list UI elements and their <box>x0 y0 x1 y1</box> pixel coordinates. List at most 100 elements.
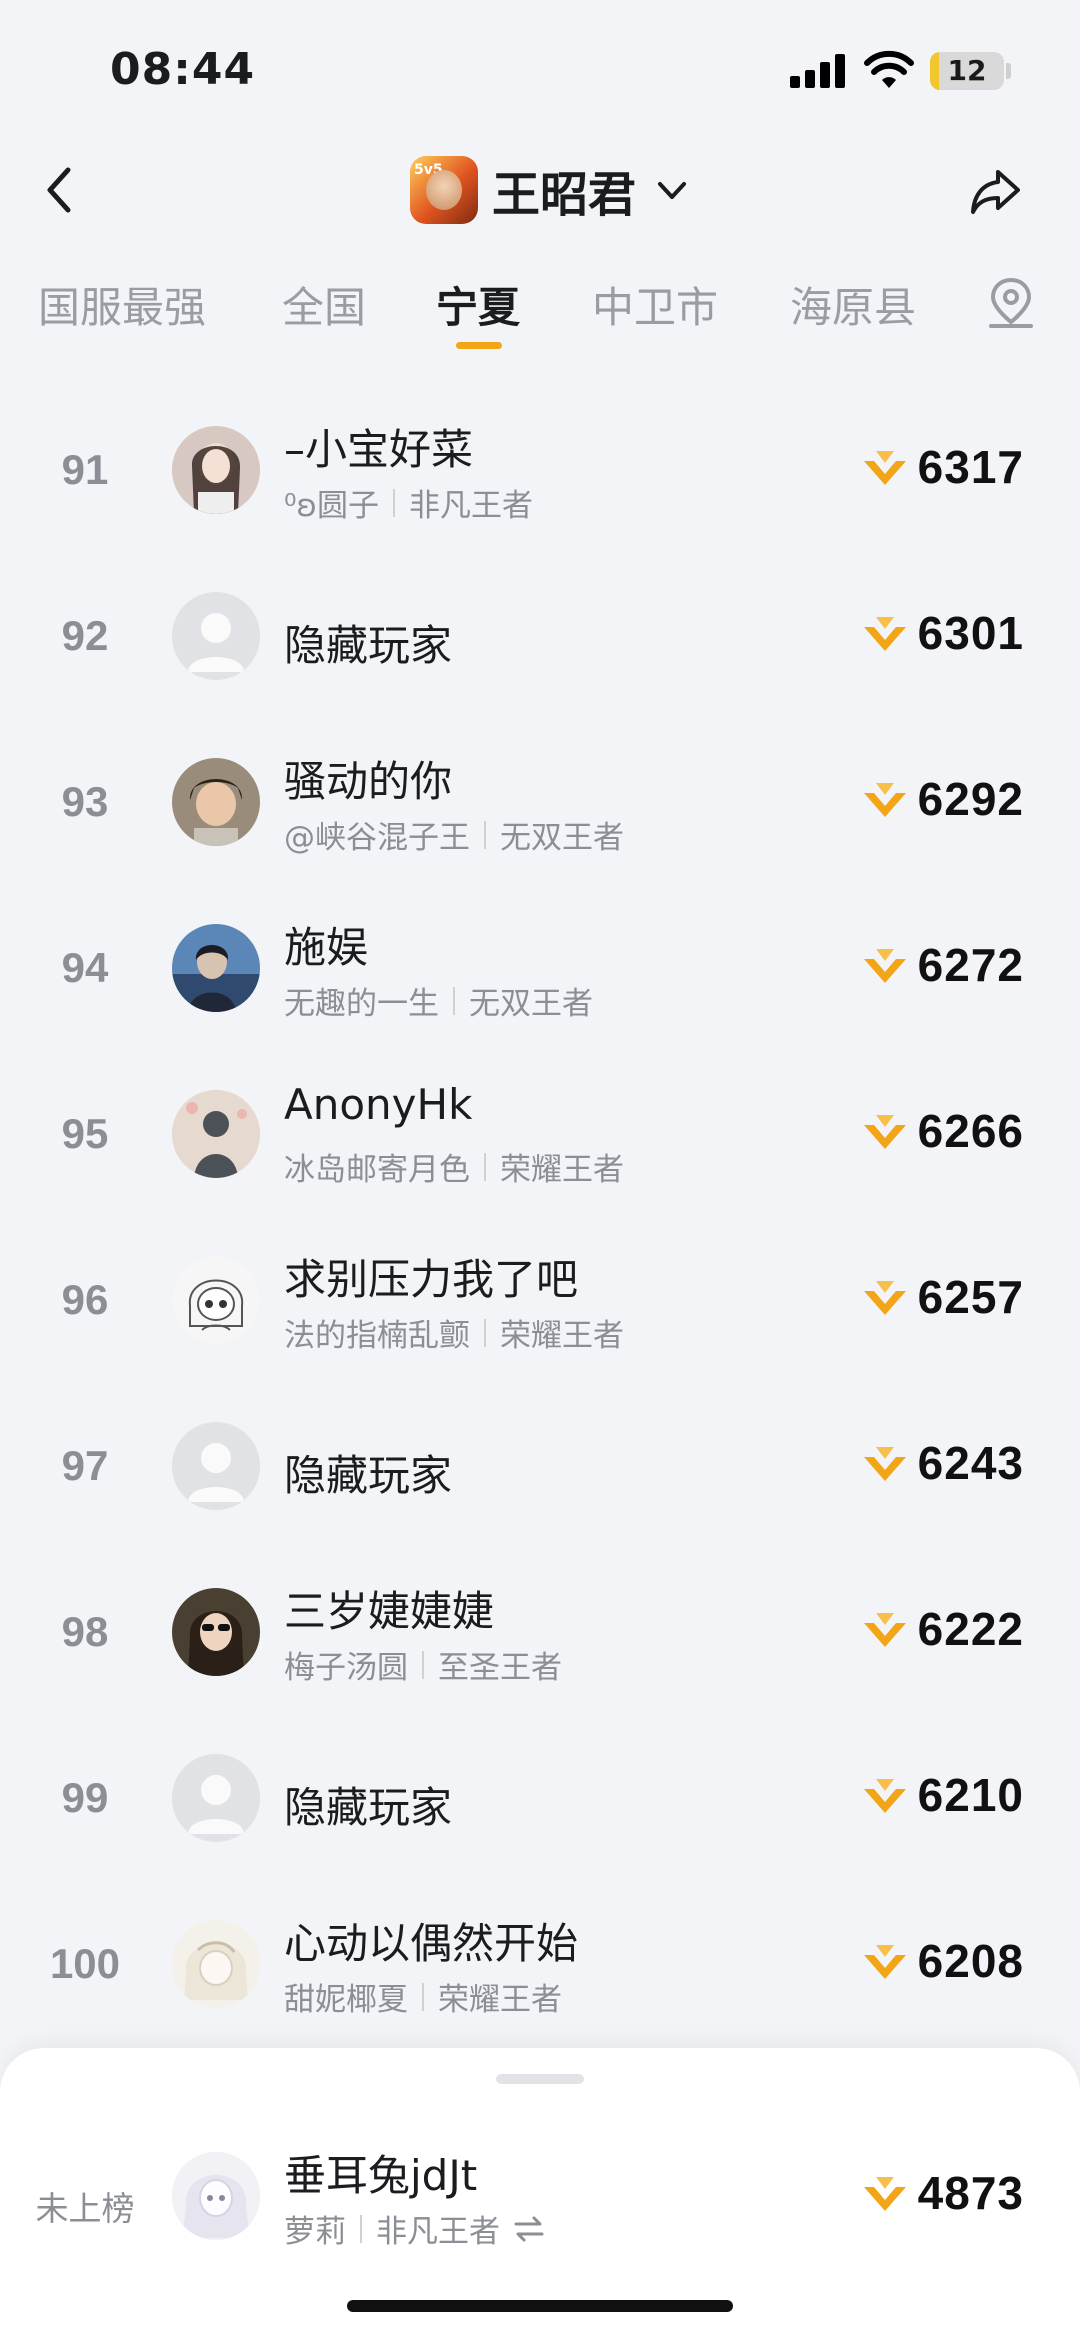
hidden-player-avatar[interactable] <box>172 1754 260 1842</box>
rank-number: 97 <box>61 1442 109 1489</box>
tab-national-best[interactable]: 国服最强 <box>38 274 206 335</box>
back-button[interactable] <box>38 158 82 222</box>
rank-number: 100 <box>49 1940 121 1987</box>
score: 6243 <box>862 1436 1024 1490</box>
hero-selector[interactable]: 5v5 王昭君 <box>410 150 692 230</box>
score-chevron-icon <box>863 1115 906 1149</box>
score-chevron-icon <box>863 617 906 651</box>
list-item[interactable]: 91 –小宝好菜 ⁰ʚ圆子 非凡王者 6317 <box>0 396 1080 562</box>
my-player-tag: 萝莉 <box>284 2214 346 2250</box>
list-item[interactable]: 93 骚动的你 @峡谷混子王 无双王者 6292 <box>0 728 1080 894</box>
score-value: 6266 <box>917 1105 1024 1157</box>
rank-number: 91 <box>61 446 109 493</box>
swap-icon[interactable] <box>512 2215 546 2243</box>
my-score: 4873 <box>862 2166 1024 2220</box>
score-value: 6210 <box>917 1769 1024 1821</box>
player-title: 荣耀王者 <box>438 1982 562 2018</box>
avatar[interactable] <box>172 1256 260 1344</box>
player-title: 无双王者 <box>469 986 593 1022</box>
score-chevron-icon <box>863 1779 906 1813</box>
avatar[interactable] <box>172 1588 260 1676</box>
location-icon[interactable] <box>985 276 1037 332</box>
rank-number: 99 <box>61 1774 109 1821</box>
player-tag: ⁰ʚ圆子 <box>284 488 380 524</box>
player-subtitle: @峡谷混子王 无双王者 <box>284 812 624 857</box>
my-ranking-sheet[interactable]: 未上榜 垂耳兔jdJt 萝莉 非凡王者 4873 <box>0 2048 1080 2337</box>
list-item[interactable]: 99 隐藏玩家 6210 <box>0 1724 1080 1890</box>
score-chevron-icon <box>863 451 906 485</box>
battery-icon: 12 <box>930 52 1004 90</box>
my-player-title: 非凡王者 <box>376 2214 500 2250</box>
tab-zhongwei[interactable]: 中卫市 <box>592 274 718 335</box>
score-value: 6222 <box>917 1603 1024 1655</box>
status-bar: 08:44 12 <box>0 0 1080 140</box>
score-value: 6301 <box>917 607 1024 659</box>
list-item[interactable]: 96 求别压力我了吧 法的指楠乱颤 荣耀王者 6257 <box>0 1226 1080 1392</box>
score: 6301 <box>862 606 1024 660</box>
share-button[interactable] <box>968 162 1024 218</box>
avatar[interactable] <box>172 1090 260 1178</box>
rank-number: 95 <box>61 1110 109 1157</box>
sheet-drag-handle[interactable] <box>496 2074 584 2084</box>
player-title: 至圣王者 <box>438 1650 562 1686</box>
page-title: 王昭君 <box>492 167 637 223</box>
hidden-player-avatar[interactable] <box>172 592 260 680</box>
score-chevron-icon <box>863 1945 906 1979</box>
tab-ningxia[interactable]: 宁夏 <box>436 274 520 335</box>
score-chevron-icon <box>863 783 906 817</box>
player-name: 心动以偶然开始 <box>284 1919 579 1968</box>
player-name: AnonyHk <box>284 1080 473 1129</box>
avatar[interactable] <box>172 426 260 514</box>
player-name: 骚动的你 <box>284 757 453 806</box>
player-name: 三岁婕婕婕 <box>284 1587 495 1636</box>
tab-nationwide[interactable]: 全国 <box>282 274 366 335</box>
score: 6210 <box>862 1768 1024 1822</box>
tab-haiyuan[interactable]: 海原县 <box>790 274 916 335</box>
player-tag: @峡谷混子王 <box>284 820 470 856</box>
list-item[interactable]: 98 三岁婕婕婕 梅子汤圆 至圣王者 6222 <box>0 1558 1080 1724</box>
my-avatar[interactable] <box>172 2152 260 2240</box>
player-subtitle: ⁰ʚ圆子 非凡王者 <box>284 480 533 525</box>
ranking-list: 91 –小宝好菜 ⁰ʚ圆子 非凡王者 6317 92 隐藏玩家 6301 93 骚… <box>0 396 1080 2056</box>
chevron-down-icon <box>658 182 687 199</box>
player-tag: 梅子汤圆 <box>284 1650 408 1686</box>
active-tab-indicator <box>456 342 502 349</box>
cellular-signal-icon <box>790 54 846 88</box>
nav-bar: 5v5 王昭君 <box>0 140 1080 240</box>
wifi-icon <box>864 50 914 88</box>
list-item[interactable]: 94 施娱 无趣的一生 无双王者 6272 <box>0 894 1080 1060</box>
player-title: 非凡王者 <box>409 488 534 524</box>
score-chevron-icon <box>863 2177 906 2211</box>
my-player-name: 垂耳兔jdJt <box>284 2151 478 2200</box>
rank-number: 96 <box>61 1276 109 1323</box>
player-subtitle: 冰岛邮寄月色 荣耀王者 <box>284 1144 624 1189</box>
hidden-player-avatar[interactable] <box>172 1422 260 1510</box>
player-subtitle: 梅子汤圆 至圣王者 <box>284 1642 562 1687</box>
battery-level: 12 <box>947 54 987 87</box>
rank-number: 92 <box>61 612 109 659</box>
player-name: 施娱 <box>284 923 369 972</box>
player-tag: 甜妮椰夏 <box>284 1982 408 2018</box>
avatar[interactable] <box>172 758 260 846</box>
avatar[interactable] <box>172 1920 260 2008</box>
player-name: 隐藏玩家 <box>284 1783 453 1832</box>
home-indicator[interactable] <box>347 2300 733 2312</box>
avatar[interactable] <box>172 924 260 1012</box>
player-subtitle: 无趣的一生 无双王者 <box>284 978 593 1023</box>
list-item[interactable]: 95 AnonyHk 冰岛邮寄月色 荣耀王者 6266 <box>0 1060 1080 1226</box>
my-player-subtitle: 萝莉 非凡王者 <box>284 2206 546 2251</box>
rank-number: 93 <box>61 778 109 825</box>
list-item[interactable]: 100 心动以偶然开始 甜妮椰夏 荣耀王者 6208 <box>0 1890 1080 2056</box>
score-chevron-icon <box>863 1447 906 1481</box>
score-value: 6243 <box>917 1437 1024 1489</box>
score-chevron-icon <box>863 1281 906 1315</box>
list-item[interactable]: 92 隐藏玩家 6301 <box>0 562 1080 728</box>
list-item[interactable]: 97 隐藏玩家 6243 <box>0 1392 1080 1558</box>
player-title: 荣耀王者 <box>500 1152 624 1188</box>
my-score-value: 4873 <box>917 2167 1024 2219</box>
score-value: 6257 <box>917 1271 1024 1323</box>
my-ranking-row[interactable]: 未上榜 垂耳兔jdJt 萝莉 非凡王者 4873 <box>0 2122 1080 2288</box>
score: 6292 <box>862 772 1024 826</box>
score-value: 6292 <box>917 773 1024 825</box>
rank-number: 94 <box>61 944 109 991</box>
